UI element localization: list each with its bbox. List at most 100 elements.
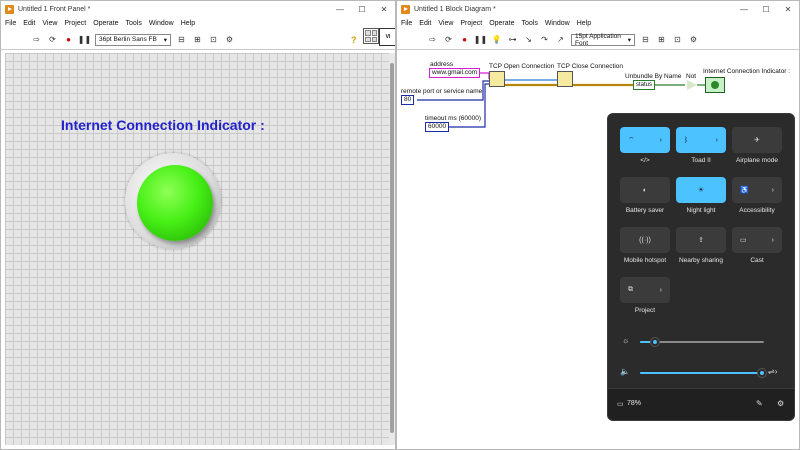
- mobile-hotspot-tile[interactable]: ((·)): [620, 227, 670, 253]
- chevron-right-icon[interactable]: ›: [660, 137, 662, 144]
- project-tile[interactable]: ⧉ ›: [620, 277, 670, 303]
- font-select-value: 36pt Berlin Sans FB: [99, 36, 157, 43]
- front-panel-menubar: File Edit View Project Operate Tools Win…: [1, 17, 395, 30]
- front-panel-canvas[interactable]: [5, 53, 390, 445]
- abort-icon[interactable]: ●: [63, 34, 74, 45]
- menu-edit[interactable]: Edit: [23, 20, 35, 27]
- wire-address: [479, 72, 490, 79]
- port-constant[interactable]: 80: [401, 95, 415, 105]
- indicator-terminal-label: Internet Connection Indicator :: [703, 68, 791, 75]
- airplane-tile-label: Airplane mode: [736, 157, 778, 164]
- accessibility-tile[interactable]: ♿ ›: [732, 177, 782, 203]
- led-terminal-icon: [711, 81, 719, 89]
- night-light-tile[interactable]: ☀: [676, 177, 726, 203]
- menu-view[interactable]: View: [42, 20, 57, 27]
- tcp-close-node[interactable]: [557, 71, 573, 87]
- front-panel-title: Untitled 1 Front Panel *: [18, 5, 91, 13]
- share-icon: ⇪: [698, 237, 704, 244]
- run-icon[interactable]: ⇨: [31, 34, 42, 45]
- cast-icon: ▭: [740, 237, 747, 244]
- connector-pane-icon[interactable]: [363, 28, 379, 44]
- timeout-label: timeout ms (60000): [425, 115, 481, 122]
- volume-slider-fill: [640, 372, 762, 374]
- hotspot-tile-label: Mobile hotspot: [623, 257, 667, 264]
- wifi-icon: ⌔: [628, 136, 635, 144]
- cast-tile[interactable]: ▭ ›: [732, 227, 782, 253]
- volume-icon[interactable]: 🔈: [620, 367, 630, 376]
- brightness-slider-thumb[interactable]: [650, 338, 659, 346]
- tcp-open-node[interactable]: [489, 71, 505, 87]
- chevron-right-icon[interactable]: ›: [772, 187, 774, 194]
- project-icon: ⧉: [628, 286, 633, 293]
- timeout-constant[interactable]: 60000: [425, 122, 450, 132]
- align-objects-icon[interactable]: ⊟: [176, 34, 187, 45]
- indicator-terminal[interactable]: [705, 77, 725, 93]
- airplane-mode-tile[interactable]: ✈: [732, 127, 782, 153]
- front-panel-toolbar: ⇨ ⟳ ● ❚❚ 36pt Berlin Sans FB ▾ ⊟ ⊞ ⊡ ⚙ ?…: [1, 28, 395, 50]
- address-label: address: [430, 61, 454, 68]
- distribute-objects-icon[interactable]: ⊞: [192, 34, 203, 45]
- volume-slider-thumb[interactable]: [758, 369, 766, 377]
- wifi-tile[interactable]: ⌔ ›: [620, 127, 670, 153]
- battery-saver-tile-label: Battery saver: [625, 207, 665, 214]
- unbundle-node[interactable]: status: [633, 80, 656, 90]
- nearby-sharing-tile[interactable]: ⇪: [676, 227, 726, 253]
- chevron-right-icon[interactable]: ›: [716, 137, 718, 144]
- port-label: remote port or service name: [401, 88, 483, 95]
- brightness-slider[interactable]: [640, 338, 764, 346]
- not-node[interactable]: [687, 80, 697, 90]
- chevron-right-icon[interactable]: ›: [660, 287, 662, 294]
- night-light-tile-label: Night light: [686, 207, 716, 214]
- bluetooth-tile[interactable]: ᛒ ›: [676, 127, 726, 153]
- address-constant[interactable]: www.gmail.com: [429, 68, 481, 78]
- menu-file[interactable]: File: [5, 20, 16, 27]
- bluetooth-icon: ᛒ: [684, 136, 689, 144]
- reorder-icon[interactable]: ⚙: [224, 34, 235, 45]
- brightness-icon: ☼: [622, 336, 630, 345]
- menu-operate[interactable]: Operate: [93, 20, 118, 27]
- led-light: [137, 165, 213, 241]
- volume-slider[interactable]: [640, 369, 766, 377]
- pause-icon[interactable]: ❚❚: [78, 34, 91, 45]
- audio-output-icon[interactable]: ⇌›: [768, 367, 777, 376]
- vi-icon[interactable]: VI: [379, 28, 395, 46]
- run-continuously-icon[interactable]: ⟳: [47, 34, 58, 45]
- tcp-close-label: TCP Close Connection: [557, 63, 623, 70]
- front-panel-scrollbar[interactable]: [389, 53, 395, 445]
- front-panel-titlebar[interactable]: Untitled 1 Front Panel * — ☐ ✕: [1, 1, 395, 17]
- edit-pencil-icon[interactable]: ✎: [756, 399, 763, 408]
- font-select[interactable]: 36pt Berlin Sans FB ▾: [95, 33, 171, 46]
- unbundle-label: Unbundle By Name: [625, 73, 682, 80]
- accessibility-icon: ♿: [740, 187, 749, 194]
- settings-gear-icon[interactable]: ⚙: [777, 399, 784, 408]
- quick-settings-panel: ⌔ › </> ᛒ › Toad II ✈ Airplane mode ◐ Batt…: [607, 113, 795, 421]
- minimize-icon[interactable]: —: [329, 5, 351, 14]
- battery-saver-tile[interactable]: ◐: [620, 177, 670, 203]
- labview-app-icon: [5, 4, 14, 14]
- scrollbar-thumb[interactable]: [390, 63, 394, 433]
- menu-window[interactable]: Window: [149, 20, 174, 27]
- battery-icon: ▭: [617, 401, 624, 408]
- menu-tools[interactable]: Tools: [125, 20, 141, 27]
- close-icon[interactable]: ✕: [373, 5, 395, 14]
- menu-project[interactable]: Project: [64, 20, 86, 27]
- maximize-icon[interactable]: ☐: [351, 5, 373, 14]
- battery-saver-icon: ◐: [642, 186, 648, 194]
- menu-help[interactable]: Help: [181, 20, 195, 27]
- front-panel-window: Untitled 1 Front Panel * — ☐ ✕ File Edit…: [0, 0, 396, 450]
- battery-percentage[interactable]: 78%: [627, 400, 641, 407]
- wifi-tile-label: </>: [640, 157, 650, 164]
- resize-objects-icon[interactable]: ⊡: [208, 34, 219, 45]
- hotspot-icon: ((·)): [639, 236, 651, 244]
- nearby-sharing-tile-label: Nearby sharing: [678, 257, 724, 264]
- not-label: Not: [686, 73, 697, 80]
- context-help-icon[interactable]: ?: [351, 35, 357, 45]
- bluetooth-tile-label: Toad II: [691, 157, 711, 164]
- quick-settings-footer: ▭ 78% ✎ ⚙: [608, 388, 794, 420]
- night-light-icon: ☀: [697, 187, 705, 194]
- indicator-label: Internet Connection Indicator :: [61, 117, 265, 133]
- led-indicator[interactable]: [125, 153, 221, 249]
- project-tile-label: Project: [634, 307, 656, 314]
- chevron-right-icon[interactable]: ›: [772, 237, 774, 244]
- cast-tile-label: Cast: [750, 257, 764, 264]
